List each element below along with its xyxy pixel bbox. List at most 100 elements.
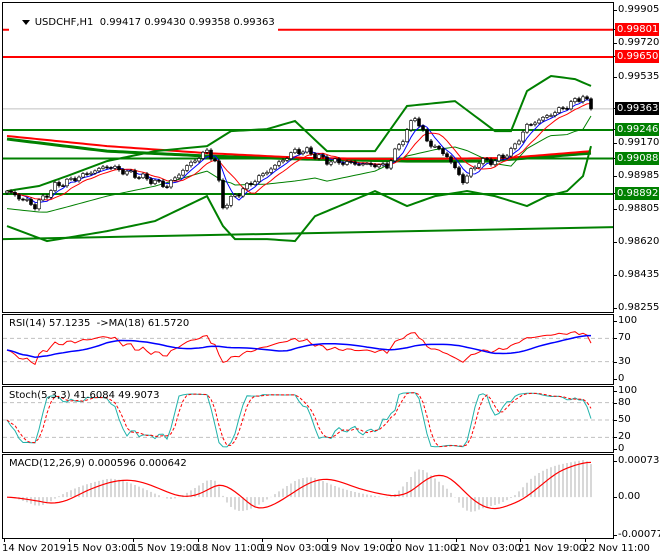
- axis-tick: [614, 420, 617, 421]
- time-tick: [4, 538, 5, 542]
- axis-tick: [614, 76, 617, 78]
- candle-body: [105, 166, 109, 169]
- macd-axis-label: 0.000739: [618, 455, 660, 466]
- candle-body: [381, 163, 385, 166]
- candle-body: [409, 120, 413, 131]
- candle-body: [353, 161, 357, 165]
- candle-body: [233, 194, 237, 197]
- stoch-axis-label: 0: [618, 443, 625, 454]
- macd-axis: 0.000739 0.00 -0.000773: [614, 454, 660, 540]
- candle-body: [561, 107, 565, 109]
- price-axis-label: 0.98435: [618, 269, 660, 281]
- candle-body: [53, 182, 57, 191]
- candle-body: [557, 107, 561, 113]
- candle-body: [9, 190, 13, 193]
- candle-body: [445, 153, 449, 158]
- candle-body: [437, 145, 441, 149]
- candle-body: [229, 196, 233, 206]
- time-tick: [584, 538, 586, 542]
- price-chart[interactable]: USDCHF,H1 0.99417 0.99430 0.99358 0.9936…: [2, 2, 614, 313]
- price-axis-label: 0.98805: [618, 202, 660, 214]
- high-price: 0.99430: [144, 17, 186, 28]
- time-tick: [133, 538, 134, 542]
- candle-body: [469, 168, 473, 177]
- candle-body: [201, 151, 205, 159]
- time-axis-label: 22 Nov 11:00: [582, 543, 650, 554]
- candle-body: [365, 163, 369, 165]
- open-price: 0.99417: [99, 17, 142, 28]
- axis-tick: [614, 338, 617, 340]
- time-tick: [520, 538, 521, 542]
- candle-body: [285, 158, 289, 161]
- candle-body: [165, 186, 169, 188]
- rsi-axis: 100 70 30 0: [614, 314, 660, 384]
- axis-tick: [614, 391, 617, 392]
- macd-pane[interactable]: MACD(12,26,9) 0.000596 0.000642: [2, 454, 614, 539]
- rsi-pane[interactable]: RSI(14) 57.1235 ->MA(18) 61.5720: [2, 314, 614, 385]
- axis-tick: [614, 321, 617, 322]
- candle-body: [133, 170, 137, 178]
- candle-body: [397, 144, 401, 150]
- axis-tick: [614, 535, 617, 536]
- stochastic-axis: 100 80 50 20 0: [614, 385, 660, 454]
- symbol-label: USDCHF,H1: [34, 17, 94, 28]
- time-tick: [391, 538, 392, 542]
- candle-body: [349, 161, 353, 163]
- price-axis-label: 0.98255: [618, 302, 660, 313]
- candle-body: [477, 163, 481, 168]
- axis-tick: [614, 497, 617, 499]
- candle-body: [453, 161, 457, 168]
- time-tick: [326, 538, 328, 542]
- candle-body: [401, 141, 405, 146]
- stoch-axis-label: 50: [618, 414, 631, 425]
- time-axis-label: 19 Nov 03:00: [260, 543, 328, 554]
- candle-body: [205, 149, 209, 153]
- triangle-down-icon[interactable]: [21, 19, 30, 25]
- candle-body: [573, 98, 577, 102]
- candle-body: [137, 177, 141, 179]
- candle-body: [513, 143, 517, 149]
- candle-body: [141, 173, 145, 179]
- candle-body: [125, 170, 129, 175]
- candle-body: [245, 183, 249, 190]
- stochastic-pane[interactable]: Stoch(5,3,3) 41.6084 49.9073: [2, 386, 614, 453]
- candle-body: [209, 149, 213, 160]
- candle-body: [565, 108, 569, 110]
- price-level-badge: 0.99088: [615, 151, 659, 165]
- time-axis-label: 14 Nov 2019: [2, 543, 67, 554]
- candle-body: [577, 98, 581, 102]
- candle-body: [241, 188, 245, 197]
- current-price-badge: 0.99363: [615, 101, 659, 115]
- price-axis-label: 0.98985: [618, 170, 660, 182]
- candle-body: [57, 182, 61, 186]
- candle-body: [129, 170, 133, 173]
- rsi-axis-label: 70: [618, 332, 631, 344]
- candle-body: [421, 125, 425, 131]
- macd-axis-label: -0.000773: [618, 529, 660, 540]
- candle-body: [221, 180, 225, 209]
- candle-body: [465, 175, 469, 184]
- candle-body: [225, 205, 229, 209]
- candle-body: [309, 147, 313, 155]
- candle-body: [65, 178, 69, 187]
- price-axis-label: 0.99535: [618, 70, 660, 82]
- candle-body: [385, 163, 389, 169]
- candle-body: [569, 101, 573, 110]
- chart-header: USDCHF,H1 0.99417 0.99430 0.99358 0.9936…: [9, 6, 278, 39]
- candle-body: [61, 185, 65, 187]
- axis-tick: [614, 361, 617, 363]
- candle-body: [145, 173, 149, 180]
- candle-body: [89, 172, 93, 175]
- candle-body: [481, 158, 485, 164]
- candle-body: [517, 140, 521, 145]
- stoch-axis-label: 20: [618, 431, 631, 443]
- candle-body: [373, 164, 377, 168]
- candle-body: [297, 149, 301, 154]
- time-axis-label: 15 Nov 19:00: [131, 543, 199, 554]
- candle-body: [553, 112, 557, 116]
- axis-tick: [614, 208, 617, 210]
- axis-tick: [614, 242, 617, 244]
- price-axis: 0.99905 0.99720 0.99535 0.99170 0.98985 0.988…: [614, 0, 660, 314]
- candle-body: [173, 177, 177, 181]
- candle-body: [17, 194, 21, 200]
